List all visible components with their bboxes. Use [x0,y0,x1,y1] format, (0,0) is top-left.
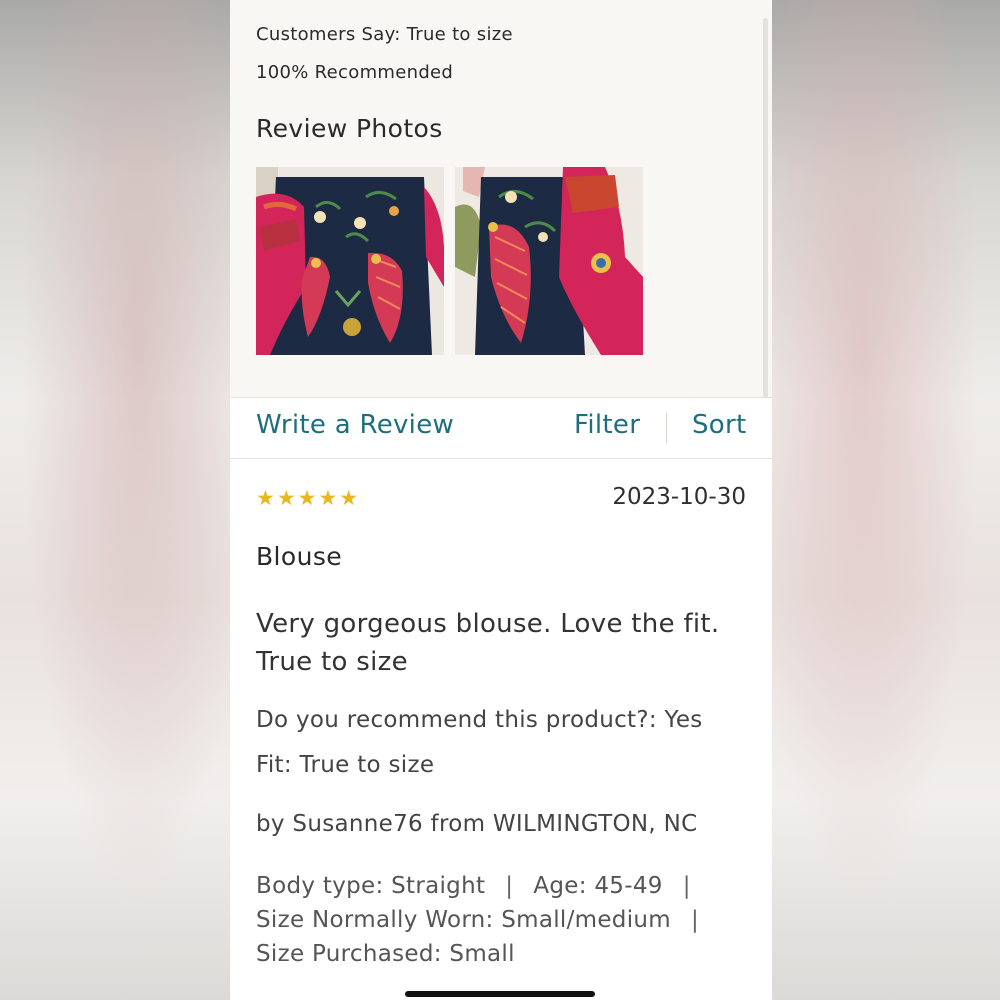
reviewer-attributes: Body type: Straight | Age: 45-49 | Size Nor… [256,869,756,971]
attr-separator: | [690,907,700,933]
review-date: 2023-10-30 [612,484,746,510]
phone-screen: Customers Say: True to size 100% Recomme… [230,0,772,1000]
body-type: Body type: Straight [256,873,486,899]
attr-separator: | [505,873,514,899]
attr-separator: | [682,873,691,899]
filter-button[interactable]: Filter [574,410,640,440]
review-summary: Customers Say: True to size 100% Recomme… [230,0,772,398]
sort-button[interactable]: Sort [692,410,747,440]
star-rating: ★★★★★ [256,486,361,510]
fit-answer: Fit: True to size [256,752,435,778]
recommended-percent: 100% Recommended [256,62,454,83]
review-author: by Susanne76 from WILMINGTON, NC [256,811,698,837]
review-actions-bar: Write a Review Filter Sort [230,397,772,459]
review-body: Very gorgeous blouse. Love the fit. True… [256,609,720,677]
background-left [0,0,230,1000]
scroll-indicator[interactable] [763,18,768,398]
size-normally-worn: Size Normally Worn: Small/medium [256,907,671,933]
write-review-link[interactable]: Write a Review [256,410,454,440]
review-photo-2[interactable] [455,167,643,355]
recommend-answer: Do you recommend this product?: Yes [256,707,703,733]
age-range: Age: 45-49 [533,873,663,899]
customers-say-text: Customers Say: True to size [256,24,513,45]
actions-divider [666,413,667,443]
review-photos-heading: Review Photos [256,114,443,143]
home-indicator[interactable] [405,991,595,997]
review-photo-1[interactable] [256,167,444,355]
background-right [770,0,1000,1000]
size-purchased: Size Purchased: Small [256,941,515,967]
review-title: Blouse [256,542,343,571]
